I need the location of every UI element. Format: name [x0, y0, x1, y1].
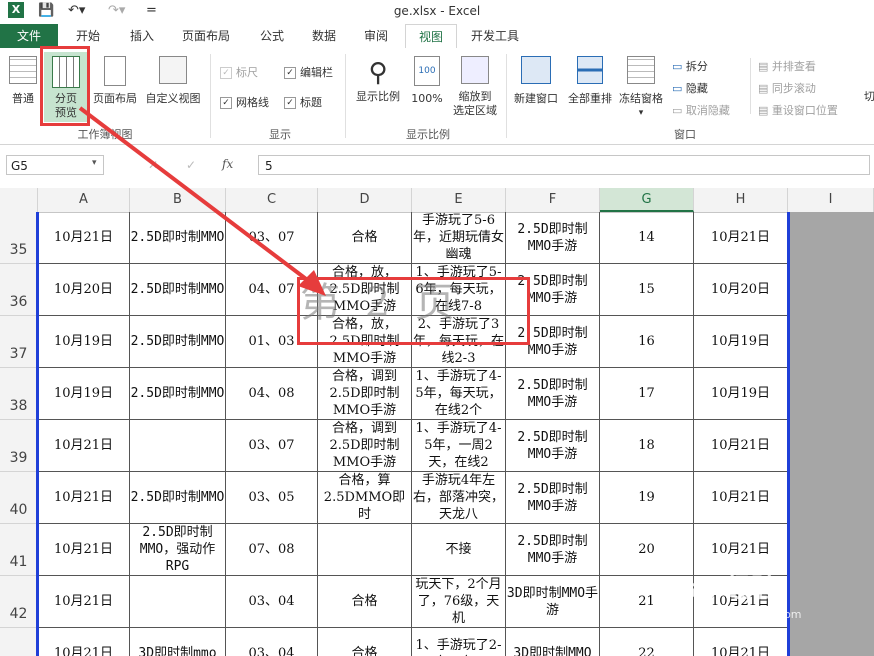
annotation-arrow [78, 106, 326, 296]
arrow-line [78, 106, 320, 290]
